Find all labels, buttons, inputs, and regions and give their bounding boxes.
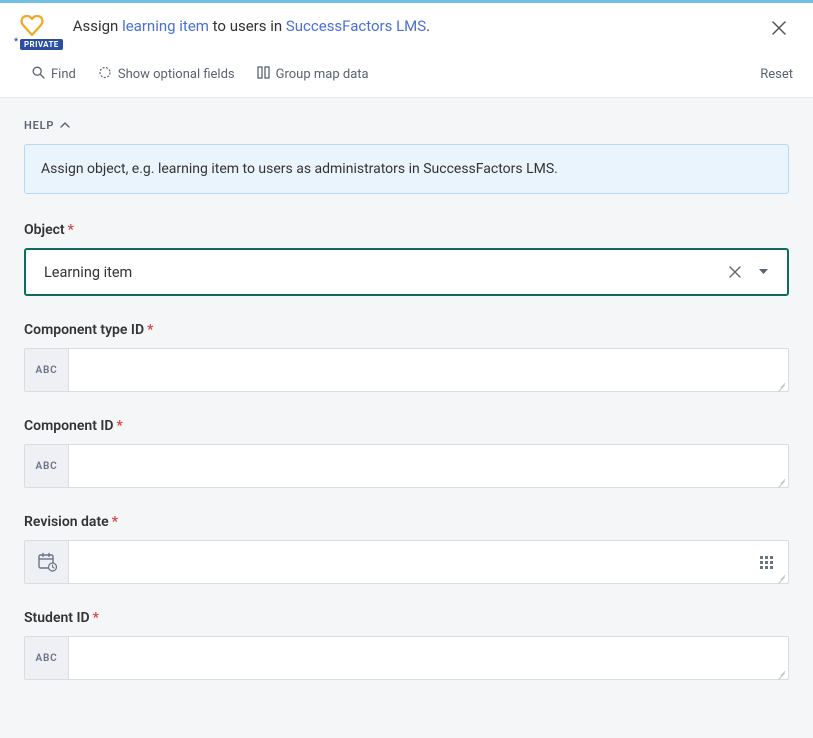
component-id-label-text: Component ID — [24, 418, 114, 434]
data-picker-button[interactable] — [744, 541, 788, 583]
component-type-id-label: Component type ID* — [24, 322, 789, 338]
object-dropdown-toggle[interactable] — [749, 258, 777, 286]
required-marker: * — [93, 610, 99, 626]
component-id-input[interactable] — [69, 445, 788, 487]
modal-container: PRIVATE Assign learning item to users in… — [0, 0, 813, 738]
revision-date-input-row — [24, 540, 789, 584]
component-type-id-input-row: ABC — [24, 348, 789, 392]
chevron-down-icon — [758, 268, 769, 276]
search-icon — [32, 66, 45, 83]
heart-icon — [20, 15, 44, 37]
component-type-id-label-text: Component type ID — [24, 322, 144, 338]
revision-date-input[interactable] — [69, 541, 744, 583]
field-object: Object* Learning item — [24, 222, 789, 296]
clear-object-button[interactable] — [721, 258, 749, 286]
required-marker: * — [117, 418, 123, 434]
title-text-3: . — [426, 17, 430, 35]
required-marker: * — [147, 322, 153, 338]
show-optional-button[interactable]: Show optional fields — [98, 66, 235, 83]
modal-title: Assign learning item to users in Success… — [73, 15, 765, 35]
toggle-icon — [98, 66, 112, 83]
object-value: Learning item — [44, 264, 721, 281]
group-map-label: Group map data — [276, 67, 369, 82]
student-id-input-row: ABC — [24, 636, 789, 680]
private-badge: PRIVATE — [20, 39, 63, 50]
toolbar: Find Show optional fields Group map data… — [0, 58, 813, 98]
learning-item-link[interactable]: learning item — [122, 17, 209, 35]
title-text-2: to users in — [209, 17, 286, 35]
logo-block: PRIVATE — [20, 15, 63, 50]
close-icon — [772, 19, 786, 40]
form-body: HELP Assign object, e.g. learning item t… — [0, 98, 813, 738]
field-component-type-id: Component type ID* ABC — [24, 322, 789, 392]
text-type-icon: ABC — [25, 637, 69, 679]
revision-date-label-text: Revision date — [24, 514, 109, 530]
student-id-label-text: Student ID — [24, 610, 90, 626]
required-marker: * — [112, 514, 118, 530]
help-toggle[interactable]: HELP — [24, 118, 789, 132]
object-label-text: Object — [24, 222, 65, 238]
close-button[interactable] — [765, 15, 793, 43]
show-optional-label: Show optional fields — [118, 67, 235, 82]
reset-button[interactable]: Reset — [760, 67, 793, 82]
grid-icon — [760, 556, 773, 569]
close-icon — [729, 266, 741, 278]
chevron-up-icon — [60, 118, 70, 132]
revision-date-label: Revision date* — [24, 514, 789, 530]
required-marker: * — [68, 222, 74, 238]
help-description: Assign object, e.g. learning item to use… — [24, 144, 789, 194]
help-label: HELP — [24, 119, 54, 132]
columns-icon — [257, 66, 270, 83]
field-revision-date: Revision date* — [24, 514, 789, 584]
component-id-label: Component ID* — [24, 418, 789, 434]
component-id-input-row: ABC — [24, 444, 789, 488]
find-label: Find — [51, 67, 76, 82]
student-id-input[interactable] — [69, 637, 788, 679]
modal-header: PRIVATE Assign learning item to users in… — [0, 3, 813, 58]
calendar-icon — [25, 541, 69, 583]
component-type-id-input[interactable] — [69, 349, 788, 391]
field-component-id: Component ID* ABC — [24, 418, 789, 488]
successfactors-link[interactable]: SuccessFactors LMS — [286, 17, 426, 35]
title-text-1: Assign — [73, 17, 122, 35]
group-map-button[interactable]: Group map data — [257, 66, 369, 83]
field-student-id: Student ID* ABC — [24, 610, 789, 680]
find-button[interactable]: Find — [32, 66, 76, 83]
student-id-label: Student ID* — [24, 610, 789, 626]
object-label: Object* — [24, 222, 789, 238]
text-type-icon: ABC — [25, 349, 69, 391]
text-type-icon: ABC — [25, 445, 69, 487]
object-select[interactable]: Learning item — [24, 248, 789, 296]
